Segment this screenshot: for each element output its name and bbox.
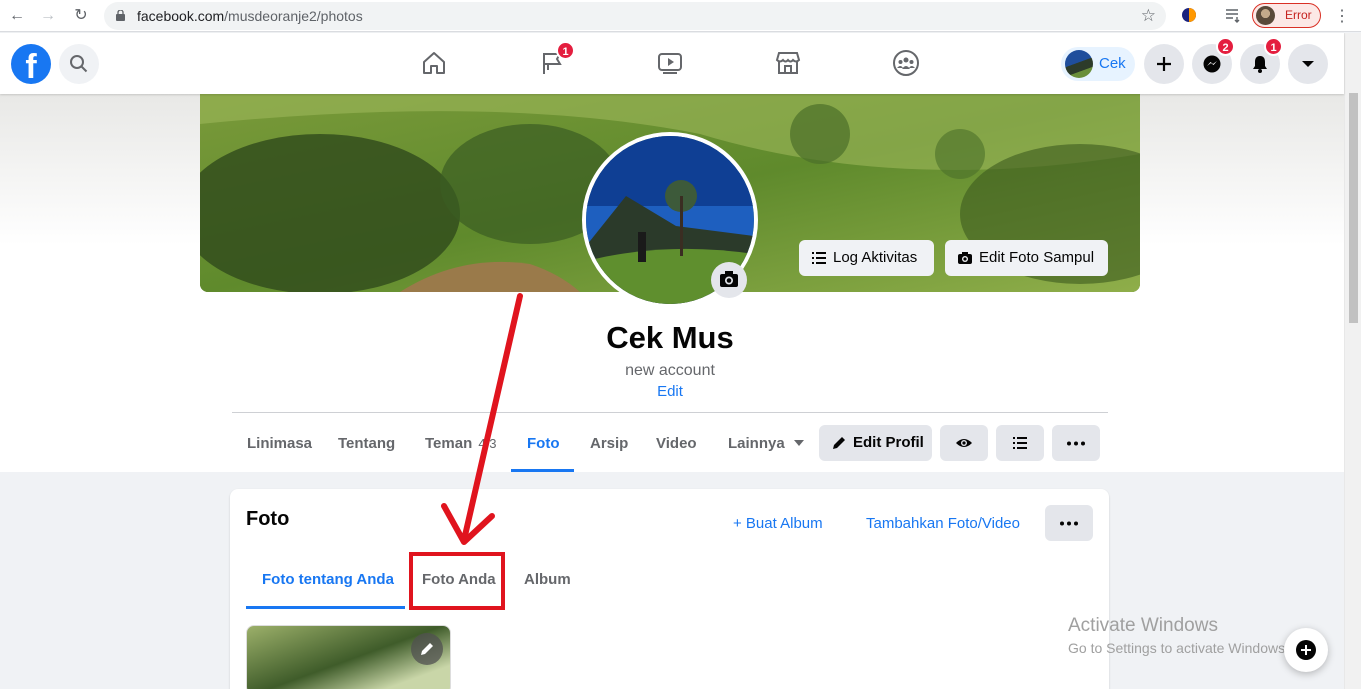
bookmark-star-icon[interactable]: ☆ xyxy=(1141,6,1156,26)
edit-profile-button[interactable]: Edit Profil xyxy=(819,425,932,461)
activation-watermark-title: Activate Windows xyxy=(1068,615,1218,636)
new-message-button[interactable] xyxy=(1284,628,1328,672)
edit-bio-label[interactable]: Edit xyxy=(657,383,683,400)
more-dots-icon xyxy=(1067,441,1085,446)
pages-badge: 1 xyxy=(556,41,575,60)
extension-icon[interactable] xyxy=(1180,6,1198,24)
plus-icon xyxy=(1157,57,1171,71)
back-icon[interactable]: ← xyxy=(7,6,27,26)
add-photo-video-link[interactable]: Tambahkan Foto/Video xyxy=(866,515,1020,532)
facebook-header: f 1 Cek 2 1 xyxy=(0,33,1344,94)
edit-profile-label: Edit Profil xyxy=(853,434,924,451)
tab-more[interactable]: Lainnya xyxy=(728,435,805,452)
tab-video[interactable]: Video xyxy=(656,435,697,452)
pencil-icon xyxy=(833,437,845,449)
divider xyxy=(232,412,1108,413)
tab-timeline[interactable]: Linimasa xyxy=(247,435,312,452)
search-button[interactable] xyxy=(59,44,99,84)
tab-more-label: Lainnya xyxy=(728,435,785,452)
page-scrollbar[interactable] xyxy=(1344,33,1361,689)
facebook-logo[interactable]: f xyxy=(11,44,51,84)
list-icon xyxy=(812,252,826,264)
url-host: facebook.com xyxy=(137,8,225,24)
watch-video-icon[interactable] xyxy=(656,49,684,77)
search-icon xyxy=(70,55,88,73)
list-icon xyxy=(1013,437,1027,449)
address-bar[interactable]: facebook.com/musdeoranje2/photos ☆ xyxy=(104,2,1166,30)
messenger-badge: 2 xyxy=(1216,37,1235,56)
url-text: facebook.com/musdeoranje2/photos xyxy=(137,8,363,24)
eye-icon xyxy=(956,439,972,447)
edit-photo-button[interactable] xyxy=(411,633,443,665)
profile-more-button[interactable] xyxy=(1052,425,1100,461)
home-icon[interactable] xyxy=(420,49,448,77)
change-profile-picture-button[interactable] xyxy=(711,262,747,298)
camera-icon xyxy=(720,271,738,287)
notifications-badge: 1 xyxy=(1264,37,1283,56)
forward-icon[interactable]: → xyxy=(38,6,58,26)
reading-list-icon[interactable] xyxy=(1224,6,1242,24)
messenger-icon xyxy=(1203,55,1221,73)
profile-status-text: Error xyxy=(1285,8,1312,22)
annotation-arrow xyxy=(441,293,523,545)
browser-menu-icon[interactable]: ⋮ xyxy=(1334,6,1350,26)
edit-cover-label: Edit Foto Sampul xyxy=(979,249,1095,266)
log-activity-button[interactable]: Log Aktivitas xyxy=(799,240,934,276)
edit-bio-link: Edit xyxy=(0,383,1340,400)
active-subtab-indicator xyxy=(246,606,405,609)
bell-icon xyxy=(1253,56,1267,73)
compose-icon xyxy=(1296,640,1316,660)
account-menu-button[interactable] xyxy=(1288,44,1328,84)
create-button[interactable] xyxy=(1144,44,1184,84)
tab-albums[interactable]: Album xyxy=(524,571,571,588)
reload-icon[interactable]: ↻ xyxy=(71,6,91,26)
tab-archive[interactable]: Arsip xyxy=(590,435,628,452)
browser-profile-avatar xyxy=(1256,6,1275,25)
photos-card-title: Foto xyxy=(246,508,290,530)
marketplace-icon[interactable] xyxy=(774,49,802,77)
avatar xyxy=(1065,50,1093,78)
log-activity-label: Log Aktivitas xyxy=(833,249,918,266)
create-album-link[interactable]: + Buat Album xyxy=(733,515,823,532)
profile-shortcut[interactable]: Cek xyxy=(1061,47,1135,81)
annotation-highlight-box xyxy=(409,552,505,610)
profile-shortcut-label: Cek xyxy=(1099,55,1126,72)
profile-name: Cek Mus xyxy=(606,320,734,355)
lock-icon xyxy=(116,10,125,21)
activation-watermark-subtitle: Go to Settings to activate Windows. xyxy=(1068,640,1289,656)
activity-log-button[interactable] xyxy=(996,425,1044,461)
camera-icon xyxy=(958,252,972,264)
profile-bio: new account xyxy=(625,362,715,379)
url-path: /musdeoranje2/photos xyxy=(224,8,363,24)
groups-icon[interactable] xyxy=(892,49,920,77)
caret-down-icon xyxy=(793,440,804,446)
view-as-button[interactable] xyxy=(940,425,988,461)
pencil-icon xyxy=(421,643,433,655)
browser-profile-chip[interactable]: Error xyxy=(1252,3,1321,28)
browser-toolbar: ← → ↻ facebook.com/musdeoranje2/photos ☆… xyxy=(0,0,1361,32)
photos-more-button[interactable] xyxy=(1045,505,1093,541)
tab-photos-of-you[interactable]: Foto tentang Anda xyxy=(262,571,394,588)
more-dots-icon xyxy=(1060,521,1078,526)
caret-down-icon xyxy=(1302,61,1314,67)
scrollbar-thumb[interactable] xyxy=(1349,93,1358,323)
edit-cover-photo-button[interactable]: Edit Foto Sampul xyxy=(945,240,1108,276)
tab-about[interactable]: Tentang xyxy=(338,435,395,452)
